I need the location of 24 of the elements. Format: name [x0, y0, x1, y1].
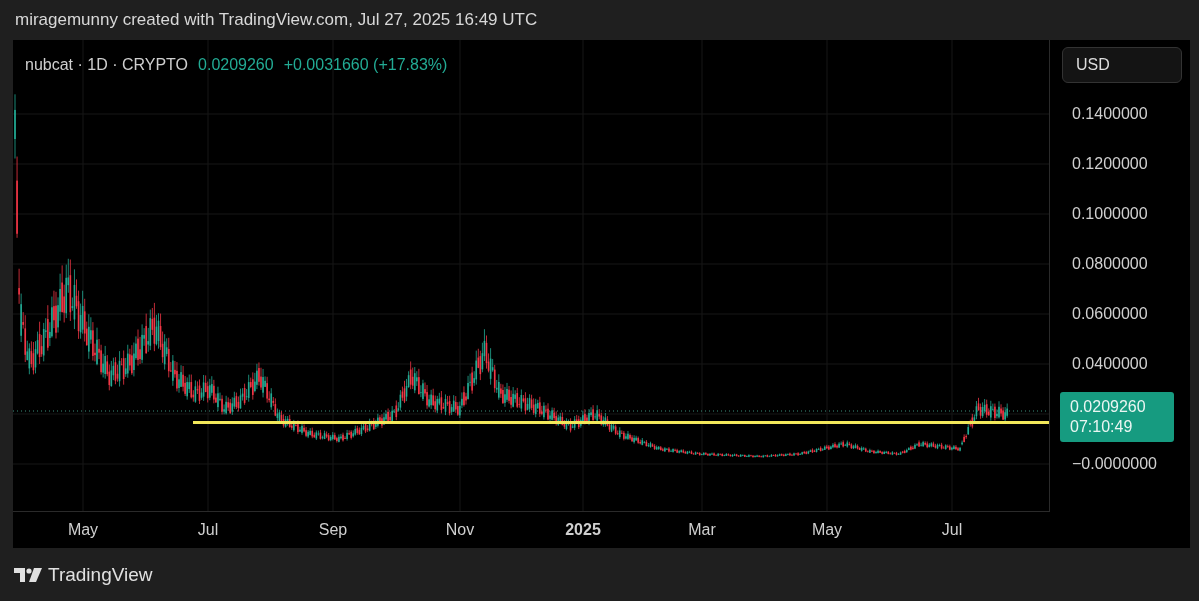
price-axis-label: −0.0000000	[1072, 455, 1157, 473]
price-axis-label: 0.1200000	[1072, 155, 1148, 173]
last-price: 0.0209260	[1070, 397, 1147, 417]
price-axis-label: 0.0800000	[1072, 255, 1148, 273]
time-axis-label: May	[67, 521, 99, 539]
price-value: 0.0209260	[198, 56, 274, 74]
time-axis-label: 2025	[565, 521, 601, 539]
time-axis-label: Jul	[197, 521, 219, 539]
price-axis-label: 0.1000000	[1072, 205, 1148, 223]
symbol-label: nubcat · 1D · CRYPTO	[25, 56, 189, 74]
brand-name: TradingView	[48, 563, 153, 586]
time-axis-label: Nov	[445, 521, 475, 539]
time-axis-label: May	[811, 521, 843, 539]
logo-icon	[14, 567, 42, 582]
price-axis-label: 0.1400000	[1072, 105, 1148, 123]
price-change: +0.0031660 (+17.83%)	[283, 56, 448, 74]
time-axis-label: Mar	[688, 521, 716, 539]
time-axis-label: Sep	[318, 521, 348, 539]
countdown-timer: 07:10:49	[1070, 417, 1134, 437]
time-axis-label: Jul	[941, 521, 963, 539]
currency-button[interactable]: USD	[1062, 47, 1182, 83]
chart-caption: miragemunny created with TradingView.com, Jul 27, 2025 16:49 UTC	[15, 10, 538, 30]
price-axis-label: 0.0400000	[1072, 355, 1148, 373]
price-axis-label: 0.0600000	[1072, 305, 1148, 323]
